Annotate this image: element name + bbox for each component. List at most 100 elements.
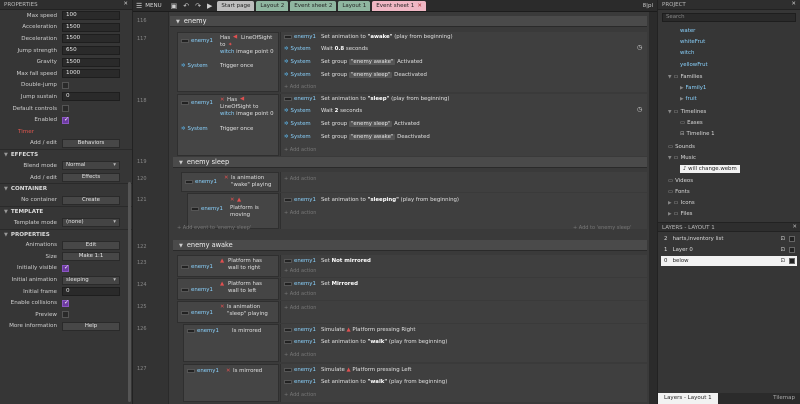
event-126-conditions[interactable]: enemy1 Is mirrored: [183, 324, 279, 362]
tree-folder-fonts[interactable]: ▭ Fonts: [668, 189, 690, 195]
add-action-link[interactable]: + Add action: [284, 147, 316, 153]
tree-folder-icons[interactable]: ▶ ▭ Icons: [668, 200, 695, 206]
template-section[interactable]: ▼ TEMPLATE: [0, 205, 132, 217]
property-input[interactable]: 650: [62, 46, 120, 56]
play-icon[interactable]: ▶: [207, 2, 212, 10]
lock-icon[interactable]: ⊡: [780, 256, 785, 266]
action-text[interactable]: Wait 0.8 seconds: [321, 46, 368, 52]
tab-event-sheet-2[interactable]: Event sheet 2: [290, 0, 337, 11]
tree-item[interactable]: whiteFrut: [680, 39, 705, 45]
group-enemy[interactable]: ▼ enemy: [170, 16, 647, 27]
action-text[interactable]: Set animation to "sleeping" (play from b…: [321, 197, 459, 203]
tree-folder-music[interactable]: ▼ ▭ Music: [668, 155, 696, 161]
property-input[interactable]: 100: [62, 11, 120, 21]
event-125-conditions[interactable]: enemy1 ✕ Is animation "sleep" playing: [177, 301, 279, 323]
group-enemy-sleep[interactable]: ▼ enemy sleep: [173, 157, 647, 168]
search-input[interactable]: Search: [662, 13, 796, 22]
tab-start-page[interactable]: Start page: [217, 0, 255, 11]
add-action-link[interactable]: + Add action: [284, 305, 316, 311]
layer-row[interactable]: 1 Layer 0 ⊡: [661, 245, 797, 255]
properties-section[interactable]: ▼ PROPERTIES: [0, 228, 132, 240]
property-checkbox[interactable]: [62, 264, 69, 272]
event-121-conditions[interactable]: enemy1 ✕ ▲ Platform is moving: [187, 193, 279, 229]
tree-item-selected[interactable]: ♪ will change.webm: [680, 165, 740, 173]
tree-folder-videos[interactable]: ▭ Videos: [668, 178, 693, 184]
add-action-link[interactable]: + Add action: [284, 352, 316, 358]
action-text[interactable]: Set animation to "walk" (play from begin…: [321, 379, 447, 385]
action-text[interactable]: Set group "enemy awake" Deactivated: [321, 134, 430, 140]
property-input[interactable]: 1500: [62, 57, 120, 67]
tab-layout-1[interactable]: Layout 1: [338, 0, 371, 11]
tab-tilemap[interactable]: Tilemap: [767, 393, 800, 404]
tab-event-sheet-1[interactable]: Event sheet 1 ✕: [372, 0, 426, 11]
tree-folder-timelines[interactable]: ▼ ▭ Timelines: [668, 109, 706, 115]
tree-item[interactable]: ▶ Family1: [680, 85, 706, 91]
lock-icon[interactable]: ⊡: [780, 245, 785, 255]
action-text[interactable]: Set animation to "walk" (play from begin…: [321, 339, 447, 345]
blend-mode-select[interactable]: Normal: [62, 161, 120, 171]
visibility-checkbox[interactable]: [789, 236, 795, 242]
action-text[interactable]: Set group "enemy sleep" Deactivated: [321, 72, 427, 78]
property-input[interactable]: 1500: [62, 34, 120, 44]
tree-folder-families[interactable]: ▼ ▭ Families: [668, 74, 702, 80]
add-action-link[interactable]: + Add action: [284, 291, 316, 297]
tree-item[interactable]: yellowFrut: [680, 62, 708, 68]
action-text[interactable]: Wait 2 seconds: [321, 108, 362, 114]
event-123-conditions[interactable]: enemy1 ▲ Platform has wall to right: [177, 255, 279, 277]
action-text[interactable]: Set animation to "awake" (play from begi…: [321, 34, 453, 40]
action-text[interactable]: Set Mirrored: [321, 281, 358, 287]
scrollbar[interactable]: [128, 182, 131, 402]
menu-icon[interactable]: ☰: [136, 2, 142, 10]
property-checkbox[interactable]: [62, 116, 69, 124]
lock-icon[interactable]: ⊡: [780, 234, 785, 244]
event-127-conditions[interactable]: enemy1 ✕ Is mirrored: [183, 364, 279, 402]
action-text[interactable]: Set Not mirrored: [321, 258, 371, 264]
property-checkbox[interactable]: [62, 299, 69, 307]
tree-folder-eases[interactable]: ▭ Eases: [680, 120, 703, 126]
container-section[interactable]: ▼ CONTAINER: [0, 183, 132, 194]
menu-button[interactable]: MENU: [145, 3, 161, 9]
property-input[interactable]: 1000: [62, 69, 120, 79]
property-button[interactable]: Edit: [62, 240, 120, 250]
add-action-link[interactable]: + Add action: [284, 176, 316, 182]
event-118-conditions[interactable]: enemy1 ✕ Has ◀ LineOfSight to witch imag…: [177, 94, 279, 156]
action-text[interactable]: Set group "enemy awake" Activated: [321, 59, 423, 65]
add-to-group-link[interactable]: + Add to 'enemy sleep': [573, 225, 631, 231]
property-checkbox[interactable]: [62, 311, 69, 319]
action-text[interactable]: Simulate ▲ Platform pressing Left: [321, 367, 412, 373]
add-action-link[interactable]: + Add action: [284, 392, 316, 398]
redo-icon[interactable]: ↷: [195, 2, 201, 10]
property-select[interactable]: sleeping: [62, 275, 120, 285]
tree-folder-sounds[interactable]: ▭ Sounds: [668, 144, 695, 150]
group-enemy-awake[interactable]: ▼ enemy awake: [173, 240, 647, 251]
tree-item[interactable]: witch: [680, 50, 694, 56]
property-button[interactable]: Help: [62, 321, 120, 331]
tree-folder-files[interactable]: ▶ ▭ Files: [668, 211, 692, 217]
tree-item[interactable]: ⊟ Timeline 1: [680, 131, 715, 137]
undo-icon[interactable]: ↶: [183, 2, 189, 10]
close-icon[interactable]: ✕: [123, 1, 128, 7]
property-input[interactable]: 0: [62, 287, 120, 297]
action-text[interactable]: Simulate ▲ Platform pressing Right: [321, 327, 416, 333]
close-icon[interactable]: ✕: [791, 1, 796, 7]
property-input[interactable]: 0: [62, 92, 120, 102]
add-action-link[interactable]: + Add action: [284, 210, 316, 216]
tree-item[interactable]: ▶ fruit: [680, 96, 697, 102]
user-indicator[interactable]: 8|pl: [643, 3, 653, 9]
visibility-checkbox[interactable]: [789, 258, 795, 264]
effects-button[interactable]: Effects: [62, 173, 120, 183]
layer-row-selected[interactable]: 0 below ⊡: [661, 256, 797, 266]
property-checkbox[interactable]: [62, 105, 69, 113]
create-button[interactable]: Create: [62, 195, 120, 205]
add-event-link[interactable]: + Add event to 'enemy sleep': [177, 225, 251, 231]
save-icon[interactable]: ▣: [171, 2, 178, 10]
action-text[interactable]: Set animation to "sleep" (play from begi…: [321, 96, 450, 102]
event-124-conditions[interactable]: enemy1 ▲ Platform has wall to left: [177, 278, 279, 300]
close-tab-icon[interactable]: ✕: [417, 3, 422, 9]
property-button[interactable]: Make 1:1: [62, 252, 120, 262]
close-icon[interactable]: ✕: [792, 224, 797, 230]
template-mode-select[interactable]: (none): [62, 218, 120, 228]
event-117-conditions[interactable]: enemy1 Has ◀ LineOfSight to ✦ witch imag…: [177, 32, 279, 92]
tab-layout-2[interactable]: Layout 2: [256, 0, 289, 11]
property-input[interactable]: 1500: [62, 22, 120, 32]
